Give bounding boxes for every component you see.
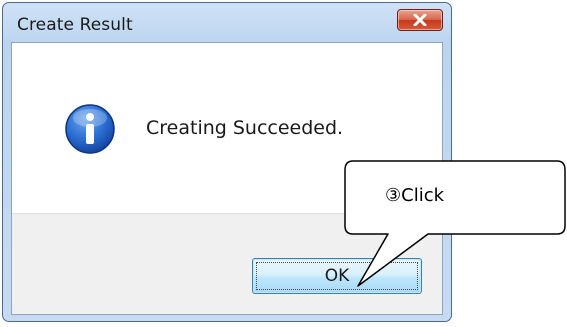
callout-label: ③Click <box>385 185 445 206</box>
result-message: Creating Succeeded. <box>146 117 344 139</box>
close-button[interactable] <box>397 9 443 31</box>
close-x-icon <box>413 14 427 26</box>
callout-bubble <box>344 160 566 287</box>
info-icon <box>65 104 115 154</box>
dialog-title: Create Result <box>17 15 133 35</box>
title-bar[interactable]: Create Result <box>3 3 451 43</box>
